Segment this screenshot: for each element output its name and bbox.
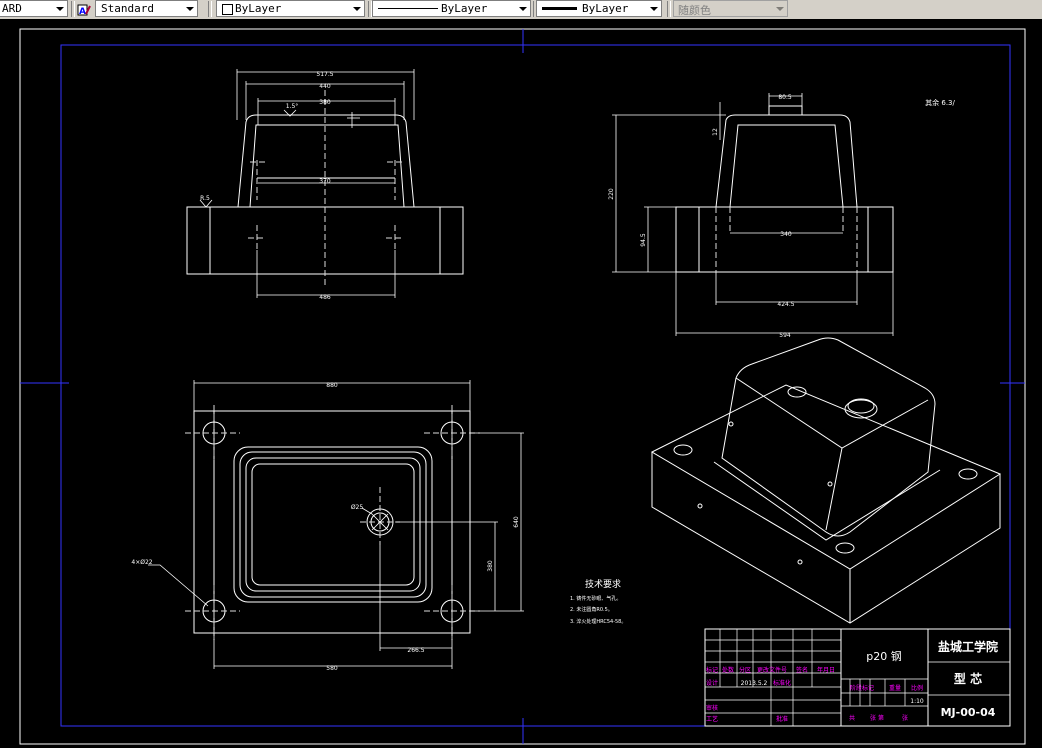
- chevron-down-icon[interactable]: [350, 1, 362, 16]
- tb-sheet-total: 共: [849, 714, 855, 722]
- color-dropdown[interactable]: ByLayer: [216, 0, 365, 17]
- side-dim-step: 12: [712, 128, 719, 136]
- tb-review-label: 审核: [706, 704, 718, 712]
- side-dim-base: 424.5: [777, 301, 794, 308]
- roughness-note: 其余 6.3/: [925, 98, 955, 107]
- lineweight-sample-icon: [542, 7, 577, 10]
- chevron-down-icon[interactable]: [647, 1, 659, 16]
- tech-item: 2. 未注圆角R0.5。: [570, 606, 613, 613]
- text-style-dropdown[interactable]: Standard: [95, 0, 198, 17]
- tb-design-label: 设计: [706, 679, 718, 687]
- tb-drawing-no: MJ-00-04: [941, 706, 996, 719]
- front-dim-base-inner: 370: [319, 178, 331, 185]
- toolbar-separator: [71, 1, 75, 17]
- tb-header-label: 分区: [739, 666, 751, 674]
- plan-dim-pin: Ø25: [351, 504, 364, 511]
- front-dim-inner: 380: [319, 99, 331, 106]
- tb-stage-label: 阶段标记: [850, 684, 874, 692]
- side-dim-inner: 340: [780, 231, 792, 238]
- side-dim-side: 220: [608, 188, 615, 200]
- svg-text:A: A: [79, 7, 86, 17]
- toolbar-separator: [667, 1, 671, 17]
- lineweight-value: ByLayer: [582, 2, 629, 15]
- properties-toolbar: ARD A Standard ByLayer ByLayer ByLayer 随…: [0, 0, 1042, 20]
- plan-dim-bottom: 580: [326, 665, 338, 672]
- tech-item: 1. 铸件无砂眼、气孔。: [570, 595, 621, 602]
- chevron-down-icon[interactable]: [183, 1, 195, 16]
- tb-std-date: 2013.5.2: [741, 680, 768, 687]
- linetype-sample-icon: [378, 8, 438, 9]
- drawing-canvas[interactable]: 517.5 440 380 1.5° 370 R.5 486 80.5 12 2…: [0, 19, 1042, 748]
- chevron-down-icon: [773, 1, 785, 16]
- tb-scale-label: 比例: [911, 684, 923, 692]
- tb-approve-label: 批准: [776, 715, 788, 723]
- chevron-down-icon[interactable]: [516, 1, 528, 16]
- text-style-value: Standard: [101, 2, 154, 15]
- tech-title: 技术要求: [585, 578, 621, 590]
- tb-weight-label: 重量: [889, 684, 901, 692]
- plan-dim-height: 640: [513, 516, 520, 528]
- front-dim-mid: 440: [319, 83, 331, 90]
- chevron-down-icon[interactable]: [53, 1, 65, 16]
- plan-dim-hole: 4×Ø22: [131, 559, 152, 566]
- tb-scale: 1:10: [910, 698, 924, 705]
- toolbar-separator: [208, 1, 212, 17]
- front-dim-top: 517.5: [316, 71, 333, 78]
- color-swatch-icon: [222, 4, 233, 15]
- tb-header-label: 更改文件号: [757, 666, 787, 674]
- plot-style-dropdown: 随颜色: [673, 0, 788, 17]
- plot-style-value: 随颜色: [678, 4, 711, 17]
- tb-part-name: 型 芯: [954, 671, 982, 686]
- side-dim-top: 80.5: [778, 94, 792, 101]
- dim-style-dropdown[interactable]: ARD: [0, 0, 68, 17]
- tb-sheet-no: 张 第: [870, 714, 884, 722]
- tb-header-label: 签名: [796, 666, 808, 674]
- plan-dim-width: 880: [326, 382, 338, 389]
- tb-process-label: 工艺: [706, 715, 718, 723]
- text-style-icon[interactable]: A: [77, 2, 91, 17]
- tb-school: 盐城工学院: [938, 639, 998, 654]
- linetype-value: ByLayer: [441, 2, 488, 15]
- linetype-dropdown[interactable]: ByLayer: [372, 0, 531, 17]
- front-dim-taper: 1.5°: [286, 103, 299, 110]
- side-dim-bottom: 594: [779, 332, 791, 339]
- front-dim-chamfer: R.5: [200, 195, 210, 202]
- tb-sheet-suffix: 张: [902, 714, 908, 722]
- side-dim-left: 94.5: [640, 233, 647, 247]
- tb-standard-label: 标准化: [773, 679, 791, 687]
- tb-header-label: 年月日: [817, 666, 835, 674]
- plan-dim-inner-h: 380: [487, 560, 494, 572]
- color-value: ByLayer: [235, 2, 282, 15]
- plan-dim-offset: 266.5: [407, 647, 424, 654]
- tech-item: 3. 淬火处理HRC54-58。: [570, 618, 626, 625]
- lineweight-dropdown[interactable]: ByLayer: [536, 0, 662, 17]
- tb-material: p20 钢: [866, 650, 901, 663]
- front-dim-flange: 486: [319, 294, 331, 301]
- tb-header-label: 处数: [722, 666, 734, 674]
- dim-style-value: ARD: [2, 2, 22, 15]
- tb-header-label: 标记: [706, 666, 718, 674]
